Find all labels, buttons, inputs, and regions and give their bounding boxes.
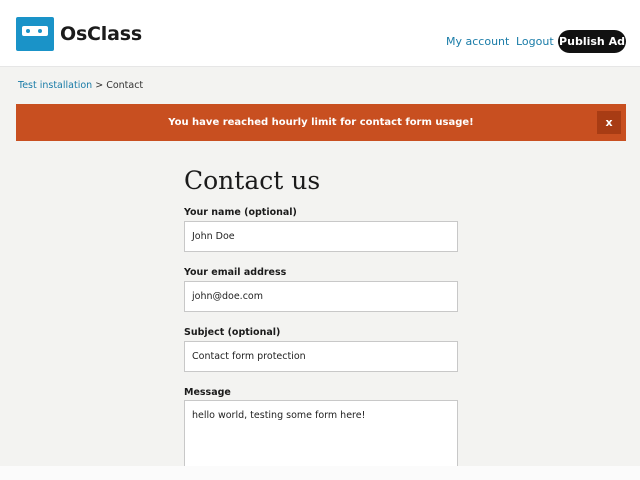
- breadcrumb-separator: >: [92, 80, 107, 91]
- my-account-link[interactable]: My account: [446, 35, 509, 48]
- site-logo[interactable]: OsClass: [16, 17, 142, 58]
- email-field-label: Your email address: [184, 267, 287, 278]
- subject-field[interactable]: Contact form protection: [184, 341, 458, 372]
- breadcrumb: Test installation > Contact: [18, 80, 143, 91]
- message-field-label: Message: [184, 387, 231, 398]
- alert-close-button[interactable]: x: [597, 111, 621, 134]
- name-field[interactable]: John Doe: [184, 221, 458, 252]
- logo-text: OsClass: [60, 23, 142, 45]
- alert-message: You have reached hourly limit for contac…: [168, 117, 474, 128]
- breadcrumb-current: Contact: [106, 80, 144, 91]
- site-header: OsClass My account Logout Publish Ad: [0, 0, 640, 67]
- name-field-label: Your name (optional): [184, 207, 297, 218]
- email-field[interactable]: john@doe.com: [184, 281, 458, 312]
- alert-banner: You have reached hourly limit for contac…: [16, 104, 626, 141]
- bottom-strip: [0, 466, 640, 480]
- publish-ad-button[interactable]: Publish Ad: [558, 30, 626, 53]
- breadcrumb-home-link[interactable]: Test installation: [18, 80, 92, 91]
- page-title: Contact us: [184, 166, 321, 195]
- logo-icon: [16, 17, 54, 51]
- logout-link[interactable]: Logout: [516, 35, 554, 48]
- subject-field-label: Subject (optional): [184, 327, 281, 338]
